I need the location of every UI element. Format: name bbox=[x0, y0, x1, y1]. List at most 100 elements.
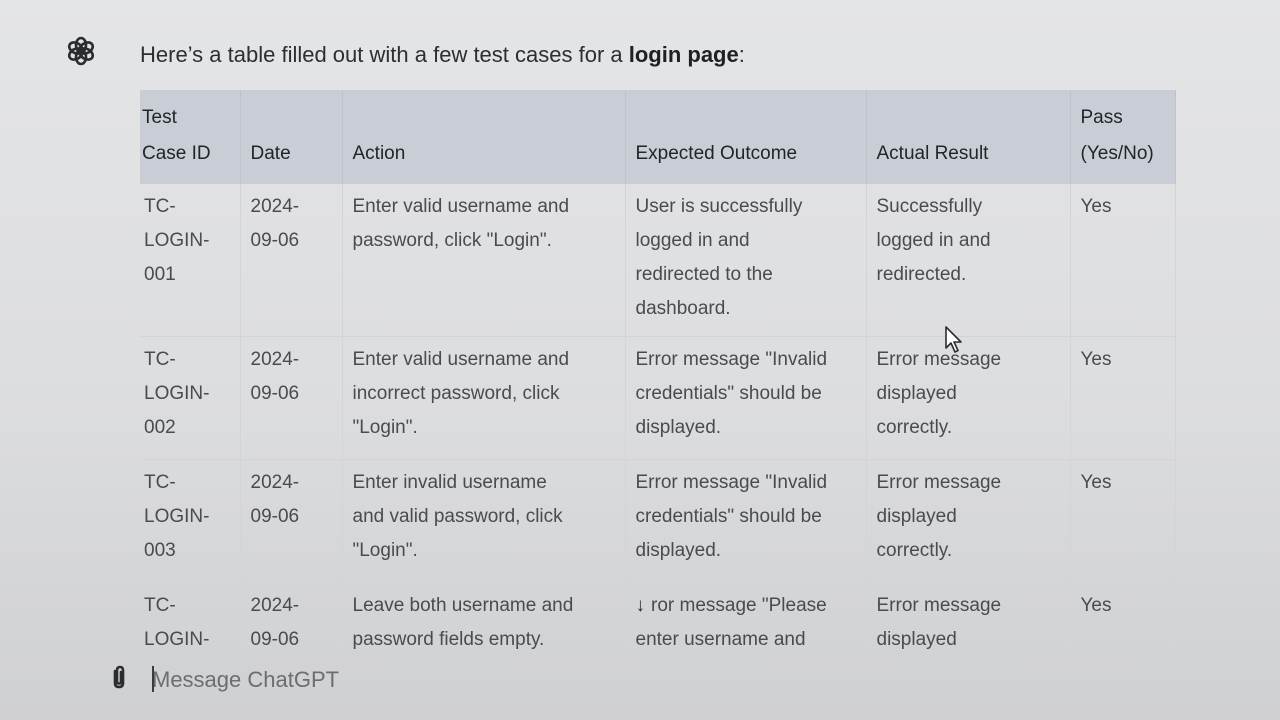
cell-line: Leave both username and bbox=[352, 595, 574, 616]
cell-line: 2024- bbox=[250, 472, 300, 493]
header-date: Date bbox=[240, 90, 343, 184]
cell-line: redirected. bbox=[876, 264, 967, 285]
openai-logo-icon bbox=[67, 36, 95, 66]
intro-text: Here’s a table filled out with a few tes… bbox=[140, 42, 629, 67]
cell-line: correctly. bbox=[876, 417, 953, 438]
header-test-case-id: Test Case ID bbox=[140, 90, 241, 184]
cell-line: Error message "Invalid bbox=[635, 472, 828, 493]
cell-line-text: ror message "Please bbox=[651, 595, 827, 616]
intro-bold-text: login page bbox=[628, 42, 739, 67]
cell-line: logged in and bbox=[876, 230, 991, 251]
table-row: TC- LOGIN- 002 2024- 09-06 Enter valid userna… bbox=[140, 336, 1176, 460]
cell-line: 2024- bbox=[250, 595, 300, 616]
cell-date: 2024- 09-06 bbox=[240, 184, 343, 337]
cell-line: 002 bbox=[144, 417, 176, 438]
cell-expected-outcome: Error message "Invalid credentials" shoul… bbox=[625, 459, 867, 583]
cell-test-case-id: TC- LOGIN- 003 bbox=[140, 459, 241, 583]
cell-line: Error message "Invalid bbox=[635, 349, 828, 370]
cell-line: 001 bbox=[144, 264, 176, 285]
cell-expected-outcome: ↓ ror message "Please enter username and bbox=[625, 582, 867, 658]
cell-pass: Yes bbox=[1070, 459, 1176, 583]
cell-line: displayed. bbox=[635, 540, 722, 561]
cell-line: LOGIN- bbox=[144, 629, 210, 650]
cell-line: displayed bbox=[876, 506, 957, 527]
cell-line: "Login". bbox=[352, 540, 418, 561]
header-pass: Pass (Yes/No) bbox=[1070, 90, 1176, 184]
cell-line: credentials" should be bbox=[635, 383, 822, 404]
cell-actual-result: Error message displayed correctly. bbox=[866, 459, 1071, 583]
cell-line: dashboard. bbox=[635, 298, 731, 319]
cell-line: TC- bbox=[144, 472, 176, 493]
cell-line: Enter valid username and bbox=[352, 196, 570, 217]
cell-line: 003 bbox=[144, 540, 176, 561]
cell-date: 2024- 09-06 bbox=[240, 336, 343, 460]
cell-line: TC- bbox=[144, 196, 176, 217]
mouse-pointer-icon bbox=[945, 326, 962, 353]
chat-screen: Here’s a table filled out with a few tes… bbox=[0, 0, 1280, 720]
cell-test-case-id: TC- LOGIN- 001 bbox=[140, 184, 241, 337]
cell-line: redirected to the bbox=[635, 264, 773, 285]
table-body: TC- LOGIN- 001 2024- 09-06 Enter valid userna… bbox=[140, 184, 1176, 658]
table-row: TC- LOGIN- 003 2024- 09-06 Enter invalid user… bbox=[140, 459, 1176, 583]
cell-line: 2024- bbox=[250, 196, 300, 217]
cell-line: LOGIN- bbox=[144, 230, 210, 251]
cell-line: TC- bbox=[144, 349, 176, 370]
table-row: TC- LOGIN- 2024- 09-06 Leave both username a… bbox=[140, 582, 1176, 658]
cell-test-case-id: TC- LOGIN- 002 bbox=[140, 336, 241, 460]
cell-line: Error message bbox=[876, 472, 1002, 493]
cell-line: 09-06 bbox=[250, 383, 300, 404]
paperclip-icon[interactable] bbox=[106, 664, 132, 692]
table-row: TC- LOGIN- 001 2024- 09-06 Enter valid userna… bbox=[140, 184, 1176, 337]
cell-date: 2024- 09-06 bbox=[240, 582, 343, 658]
cell-pass: Yes bbox=[1070, 184, 1176, 337]
cell-line: logged in and bbox=[635, 230, 750, 251]
cell-line: 09-06 bbox=[250, 506, 300, 527]
cell-line: LOGIN- bbox=[144, 383, 210, 404]
cell-line: correctly. bbox=[876, 540, 953, 561]
header-action: Action bbox=[342, 90, 626, 184]
cell-line: password fields empty. bbox=[352, 629, 545, 650]
cell-line: and valid password, click bbox=[352, 506, 563, 527]
test-case-table: Test Case ID Date Action Expected Outcom… bbox=[140, 90, 1176, 658]
cell-line: password, click "Login". bbox=[352, 230, 552, 251]
cell-line: Error message bbox=[876, 595, 1002, 616]
cell-action: Enter valid username and incorrect passwo… bbox=[342, 336, 626, 460]
cell-pass: Yes bbox=[1070, 582, 1176, 658]
cell-test-case-id: TC- LOGIN- bbox=[140, 582, 241, 658]
cell-line: Enter valid username and bbox=[352, 349, 570, 370]
header-expected-outcome: Expected Outcome bbox=[625, 90, 867, 184]
cell-line: TC- bbox=[144, 595, 176, 616]
cell-line: ↓ ror message "Please bbox=[636, 589, 856, 623]
text-caret bbox=[152, 666, 154, 692]
cell-line: "Login". bbox=[352, 417, 418, 438]
cell-line: 09-06 bbox=[250, 230, 300, 251]
cell-actual-result: Error message displayed bbox=[866, 582, 1071, 658]
cell-line: 09-06 bbox=[250, 629, 300, 650]
cell-line: 2024- bbox=[250, 349, 300, 370]
cell-line: displayed. bbox=[635, 417, 722, 438]
message-input[interactable] bbox=[152, 662, 1052, 698]
cell-line: Error message bbox=[876, 349, 1002, 370]
cell-line: enter username and bbox=[635, 629, 806, 650]
cell-action: Enter valid username and password, click … bbox=[342, 184, 626, 337]
cell-line: credentials" should be bbox=[635, 506, 822, 527]
cell-action: Leave both username and password fields e… bbox=[342, 582, 626, 658]
arrow-down-icon[interactable]: ↓ bbox=[636, 589, 646, 623]
cell-line: displayed bbox=[876, 629, 957, 650]
test-case-table-container: Test Case ID Date Action Expected Outcom… bbox=[140, 90, 1176, 658]
cell-date: 2024- 09-06 bbox=[240, 459, 343, 583]
assistant-message-intro: Here’s a table filled out with a few tes… bbox=[140, 42, 745, 68]
cell-action: Enter invalid username and valid password… bbox=[342, 459, 626, 583]
cell-pass: Yes bbox=[1070, 336, 1176, 460]
cell-line: displayed bbox=[876, 383, 957, 404]
cell-actual-result: Error message displayed correctly. bbox=[866, 336, 1071, 460]
cell-expected-outcome: Error message "Invalid credentials" shoul… bbox=[625, 336, 867, 460]
message-composer bbox=[100, 656, 1200, 706]
cell-line: Successfully bbox=[876, 196, 983, 217]
cell-line: Enter invalid username bbox=[352, 472, 547, 493]
cell-actual-result: Successfully logged in and redirected. bbox=[866, 184, 1071, 337]
table-header: Test Case ID Date Action Expected Outcom… bbox=[140, 90, 1176, 184]
header-actual-result: Actual Result bbox=[866, 90, 1071, 184]
cell-expected-outcome: User is successfully logged in and redirec… bbox=[625, 184, 867, 337]
cell-line: LOGIN- bbox=[144, 506, 210, 527]
